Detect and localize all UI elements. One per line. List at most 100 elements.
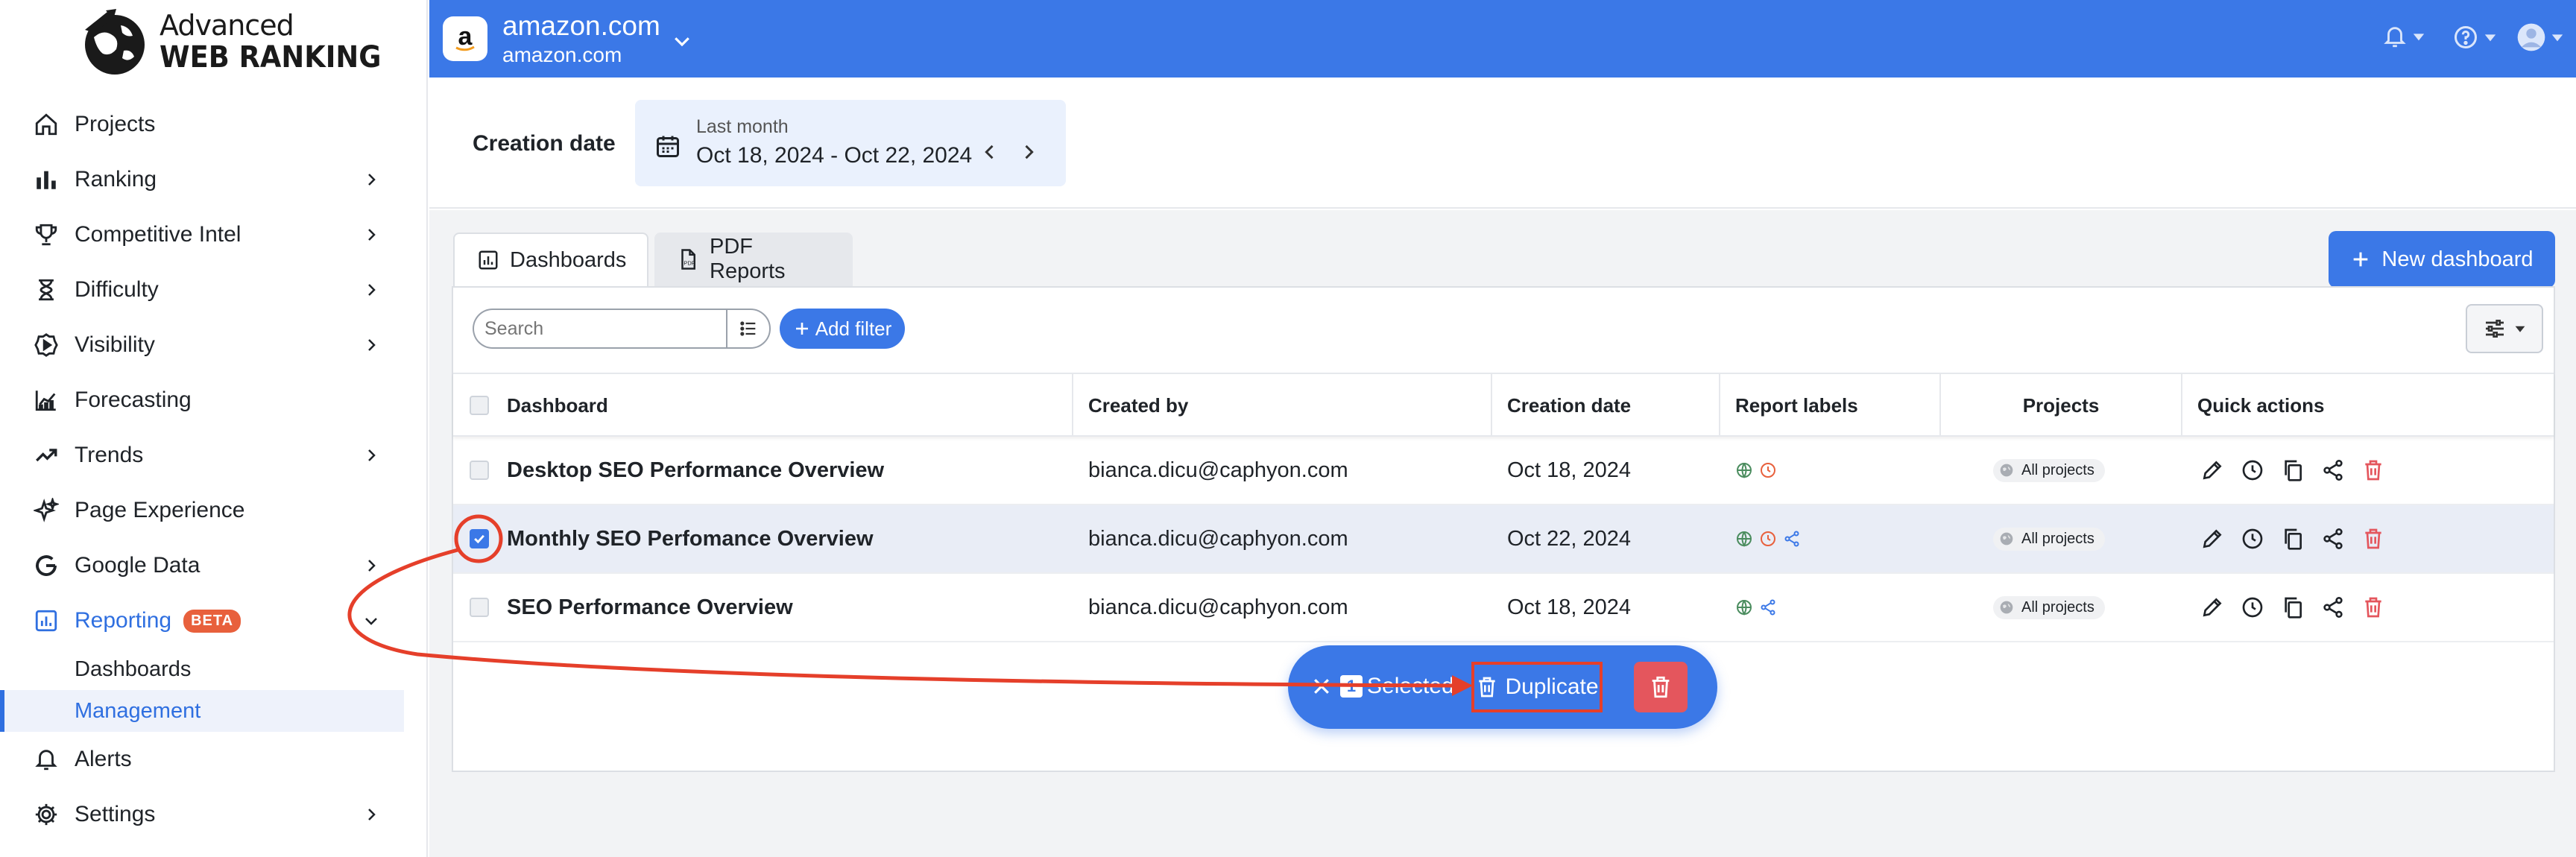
row-checkbox[interactable]	[470, 437, 489, 504]
chevron-right-icon	[368, 809, 376, 820]
tab-pdf-reports[interactable]: PDF PDF Reports	[654, 233, 853, 286]
projects-pill: All projects	[1993, 527, 2105, 551]
sidebar-item-forecasting[interactable]: Forecasting	[0, 373, 428, 428]
sidebar-item-google-data[interactable]: Google Data	[0, 538, 428, 593]
add-filter-button[interactable]: Add filter	[780, 309, 905, 349]
duplicate-button[interactable]: Duplicate	[1471, 662, 1603, 712]
schedule-icon[interactable]	[2241, 458, 2264, 482]
next-period-icon[interactable]	[1018, 142, 1039, 162]
date-period-label: Last month	[696, 116, 789, 137]
column-projects[interactable]: Projects	[1939, 374, 2181, 437]
edit-icon[interactable]	[2200, 595, 2224, 619]
logo-text-line1: Advanced	[160, 9, 294, 42]
previous-period-icon[interactable]	[979, 142, 1000, 162]
column-dashboard[interactable]: Dashboard	[507, 374, 608, 437]
dashboard-name[interactable]: Monthly SEO Perfomance Overview	[507, 505, 874, 572]
bell-icon	[30, 743, 63, 776]
site-switcher-chevron-icon[interactable]	[671, 30, 693, 52]
report-labels	[1735, 437, 1777, 504]
sidebar-item-label: Page Experience	[75, 498, 245, 522]
copy-icon[interactable]	[2281, 458, 2305, 482]
report-labels	[1735, 574, 1777, 641]
list-icon	[740, 321, 756, 336]
schedule-icon[interactable]	[2241, 595, 2264, 619]
bulk-delete-button[interactable]	[1634, 662, 1688, 712]
delete-icon[interactable]	[2361, 458, 2385, 482]
globe-icon	[2000, 601, 2013, 614]
search-input[interactable]	[473, 309, 726, 349]
sidebar-item-label: Reporting	[75, 608, 172, 633]
sidebar-item-label: Difficulty	[75, 277, 159, 302]
globe-icon	[1737, 531, 1752, 548]
share-icon[interactable]	[2321, 527, 2345, 551]
schedule-icon[interactable]	[2241, 527, 2264, 551]
share-icon[interactable]	[2321, 595, 2345, 619]
caret-down-icon	[2515, 326, 2525, 332]
new-dashboard-label: New dashboard	[2381, 247, 2534, 271]
row-checkbox[interactable]	[470, 505, 489, 572]
help-menu[interactable]	[2452, 24, 2497, 51]
quick-actions	[2200, 505, 2385, 572]
sidebar-item-projects[interactable]: Projects	[0, 97, 428, 152]
sidebar-subitem-management[interactable]: Management	[0, 690, 404, 732]
dashboard-name[interactable]: SEO Performance Overview	[507, 574, 793, 641]
logo[interactable]: Advanced WEB RANKING	[78, 7, 400, 76]
tab-dashboards[interactable]: Dashboards	[453, 233, 648, 286]
site-title[interactable]: amazon.com	[502, 10, 660, 42]
table-row[interactable]: SEO Performance Overview bianca.dicu@cap…	[453, 574, 2554, 642]
sidebar-item-difficulty[interactable]: Difficulty	[0, 262, 428, 317]
copy-icon[interactable]	[2281, 527, 2305, 551]
chevron-down-icon	[365, 618, 377, 625]
sidebar-item-page-experience[interactable]: Page Experience	[0, 483, 428, 538]
edit-icon[interactable]	[2200, 458, 2224, 482]
projects-label: All projects	[2021, 530, 2094, 547]
creation-date: Oct 22, 2024	[1507, 526, 1632, 551]
delete-icon[interactable]	[2361, 527, 2385, 551]
sidebar-item-settings[interactable]: Settings	[0, 787, 428, 842]
sidebar-item-reporting[interactable]: Reporting BETA	[0, 593, 428, 648]
sidebar-item-label: Google Data	[75, 553, 201, 578]
clock-icon	[1761, 463, 1775, 478]
row-checkbox[interactable]	[470, 574, 489, 641]
sidebar-item-visibility[interactable]: Visibility	[0, 317, 428, 373]
notifications-menu[interactable]	[2382, 24, 2425, 49]
sidebar-item-alerts[interactable]: Alerts	[0, 732, 428, 787]
date-range-picker[interactable]: Last month Oct 18, 2024 - Oct 22, 2024	[635, 100, 1066, 186]
close-icon[interactable]	[1310, 675, 1333, 698]
copy-icon[interactable]	[2281, 595, 2305, 619]
sidebar-item-trends[interactable]: Trends	[0, 428, 428, 483]
user-menu[interactable]	[2516, 22, 2564, 52]
search-options-button[interactable]	[726, 309, 771, 349]
projects-cell: All projects	[1993, 505, 2105, 572]
column-settings-button[interactable]	[2466, 304, 2543, 353]
svg-text:PDF: PDF	[684, 260, 695, 267]
sidebar-subitem-dashboards[interactable]: Dashboards	[0, 648, 428, 690]
site-badge[interactable]: a	[443, 16, 487, 61]
filter-bar: Creation date Last month Oct 18, 2024 - …	[429, 78, 2576, 209]
chevron-right-icon	[368, 339, 376, 351]
sidebar-item-label: Alerts	[75, 747, 132, 771]
globe-icon	[2000, 532, 2013, 545]
share-icon[interactable]	[2321, 458, 2345, 482]
delete-icon[interactable]	[2361, 595, 2385, 619]
select-all-checkbox[interactable]	[470, 374, 489, 437]
table-row[interactable]: Monthly SEO Perfomance Overview bianca.d…	[453, 505, 2554, 574]
tab-label: Dashboards	[510, 247, 627, 272]
plus-icon	[795, 323, 808, 335]
column-created-by[interactable]: Created by	[1072, 374, 1188, 437]
table-row[interactable]: Desktop SEO Performance Overview bianca.…	[453, 437, 2554, 505]
site-badge-letter: a	[458, 22, 473, 51]
sidebar-item-competitive-intel[interactable]: Competitive Intel	[0, 207, 428, 262]
edit-icon[interactable]	[2200, 527, 2224, 551]
sidebar-item-label: Forecasting	[75, 388, 192, 412]
home-icon	[30, 108, 63, 141]
avatar	[2517, 23, 2545, 51]
add-filter-label: Add filter	[815, 317, 892, 340]
new-dashboard-button[interactable]: New dashboard	[2329, 231, 2555, 288]
projects-cell: All projects	[1993, 574, 2105, 641]
sidebar-item-ranking[interactable]: Ranking	[0, 152, 428, 207]
column-creation-date[interactable]: Creation date	[1491, 374, 1631, 437]
column-report-labels[interactable]: Report labels	[1719, 374, 1858, 437]
dashboard-name[interactable]: Desktop SEO Performance Overview	[507, 437, 884, 504]
report-icon	[30, 604, 63, 637]
